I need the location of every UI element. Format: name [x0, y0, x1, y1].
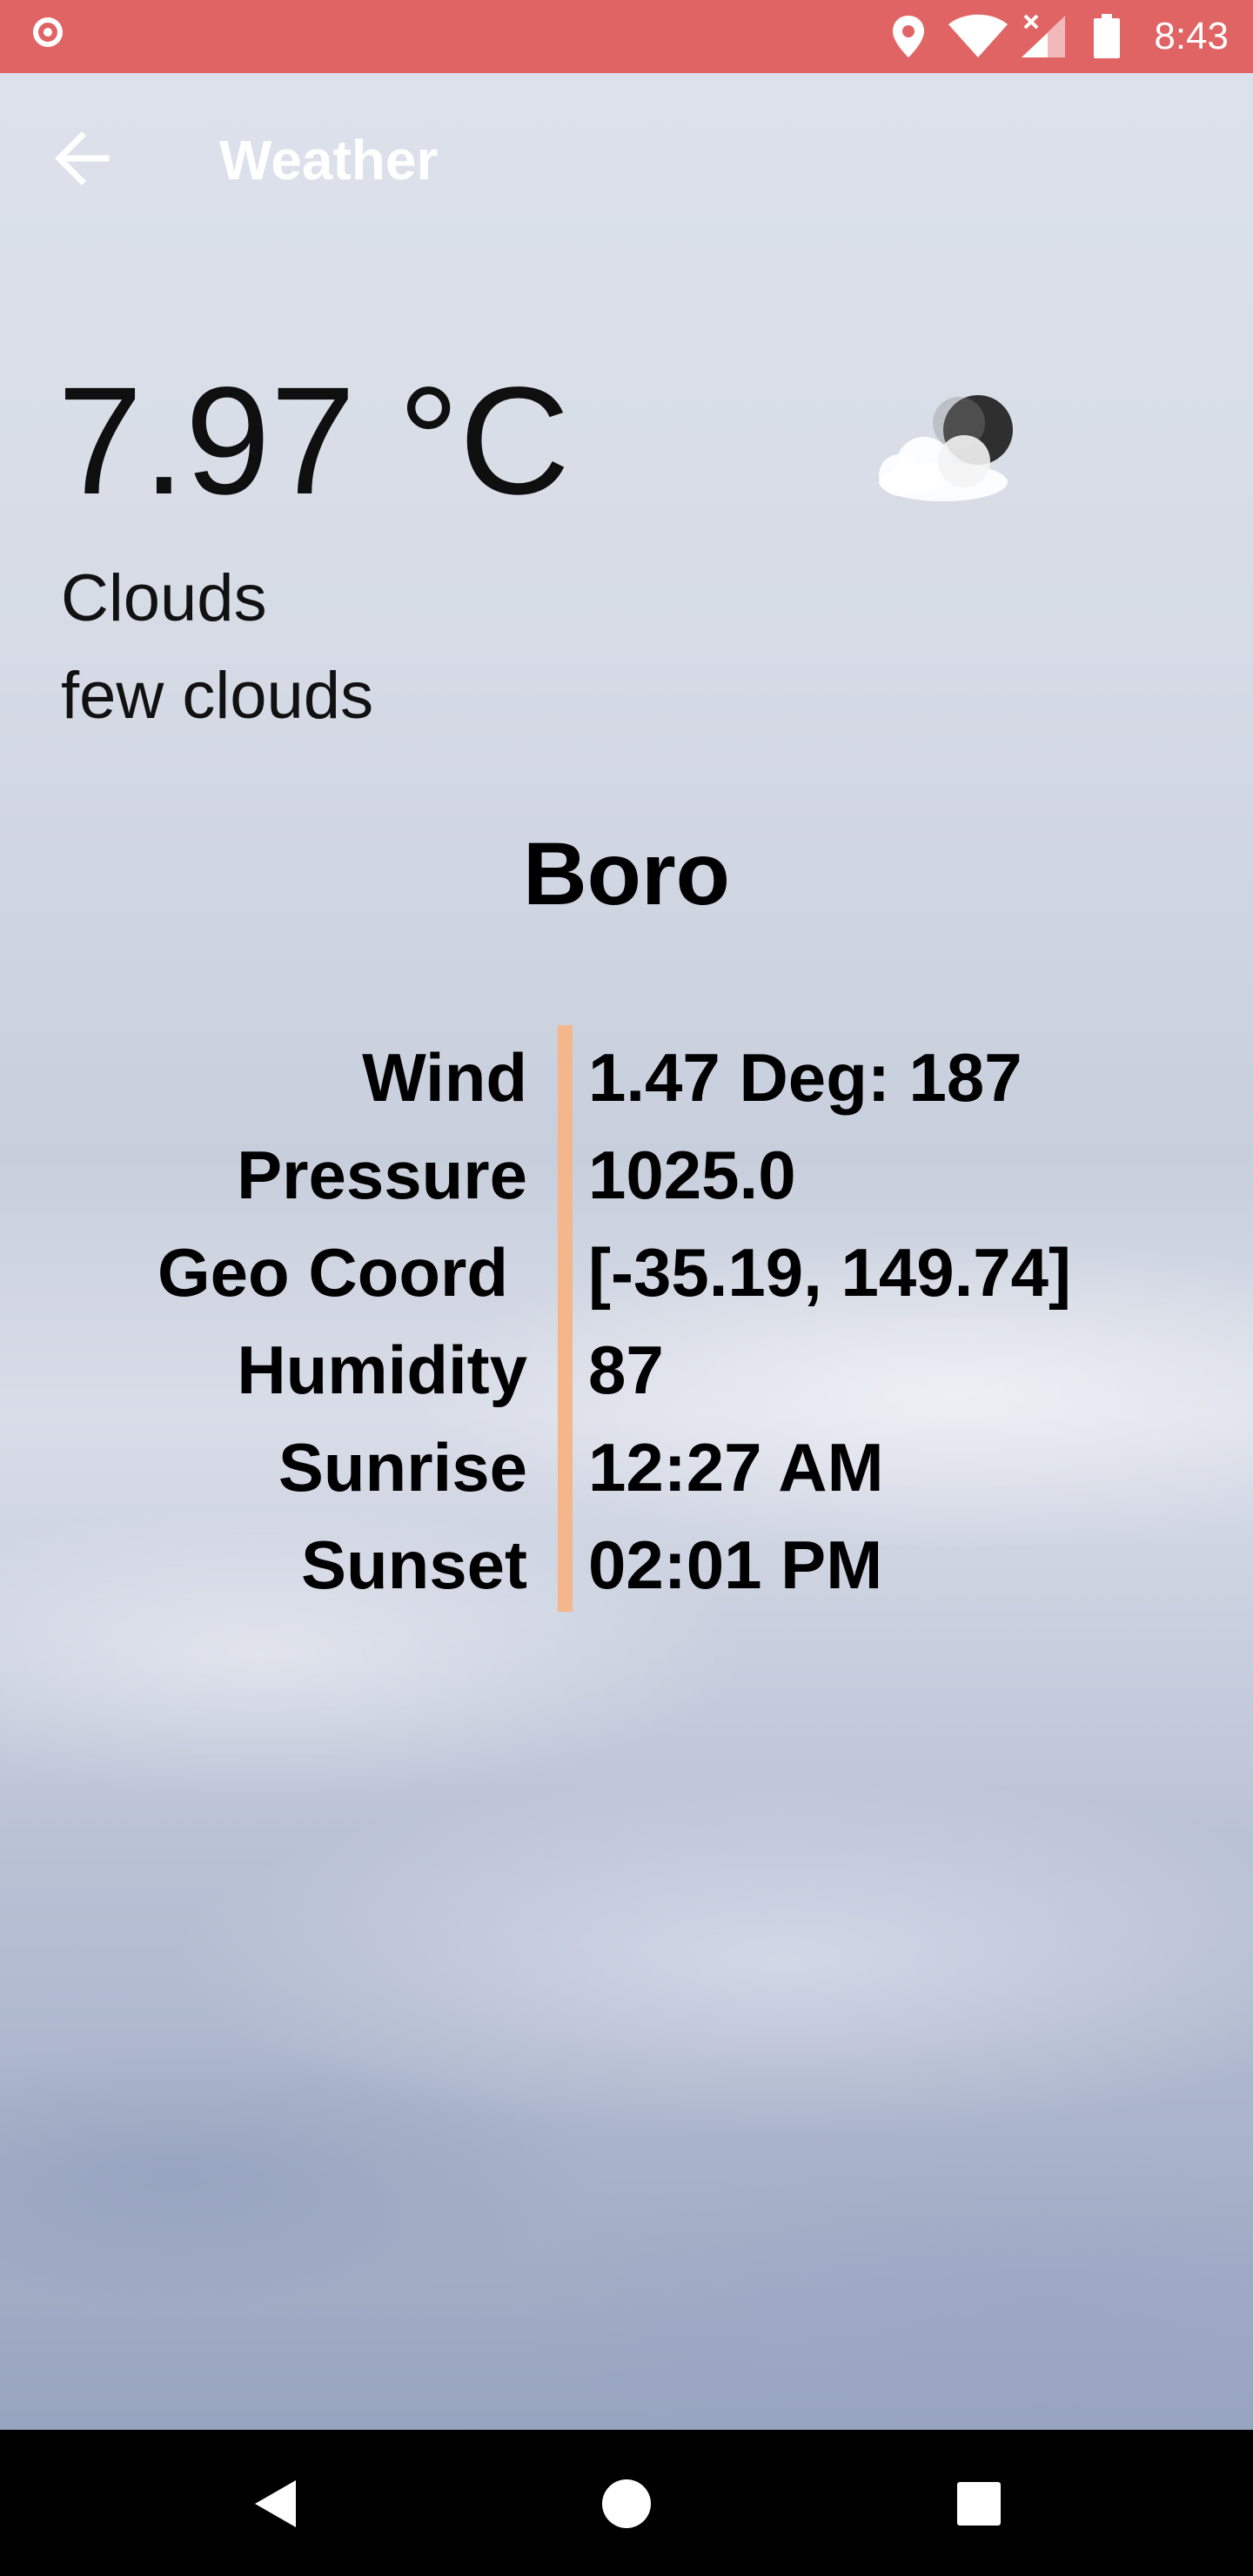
- nav-recents-button[interactable]: [931, 2456, 1027, 2552]
- wifi-icon: [948, 14, 1008, 57]
- detail-value-sunrise: 12:27 AM: [588, 1429, 884, 1506]
- nav-back-button[interactable]: [226, 2456, 322, 2552]
- home-circle-icon: [602, 2479, 651, 2528]
- detail-value-humidity: 87: [588, 1332, 664, 1408]
- status-bar: 8:43: [0, 0, 1253, 73]
- recents-square-icon: [957, 2482, 1001, 2526]
- detail-label-wind: Wind: [362, 1039, 527, 1116]
- app-title: Weather: [219, 129, 439, 191]
- back-button[interactable]: [50, 127, 120, 190]
- condition-description: few clouds: [61, 659, 374, 733]
- navigation-bar: [0, 2430, 1253, 2576]
- detail-label-sunrise: Sunrise: [278, 1429, 527, 1506]
- location-icon: [893, 16, 924, 57]
- weather-screen: 8:43 Weather 7.97 °C Clouds few clouds B…: [0, 0, 1253, 2576]
- detail-value-pressure: 1025.0: [588, 1137, 796, 1213]
- detail-value-geo-coord: [-35.19, 149.74]: [588, 1234, 1072, 1311]
- arrow-left-icon: [55, 131, 110, 185]
- detail-label-pressure: Pressure: [237, 1137, 527, 1213]
- condition-main: Clouds: [61, 561, 267, 635]
- temperature-value: 7.97 °C: [57, 356, 570, 527]
- detail-label-humidity: Humidity: [237, 1332, 527, 1408]
- nav-home-button[interactable]: [579, 2456, 674, 2552]
- city-name: Boro: [523, 824, 730, 923]
- back-triangle-icon: [255, 2480, 296, 2527]
- detail-label-sunset: Sunset: [300, 1526, 527, 1603]
- cloud-night-icon: [879, 395, 1013, 501]
- detail-label-geo-coord: Geo Coord: [157, 1234, 508, 1311]
- details-divider: [558, 1025, 573, 1612]
- status-time: 8:43: [1154, 15, 1229, 57]
- signal-icon: [1022, 14, 1065, 57]
- detail-value-wind: 1.47 Deg: 187: [588, 1039, 1022, 1116]
- record-icon: [33, 17, 63, 47]
- battery-icon: [1094, 14, 1120, 58]
- detail-value-sunset: 02:01 PM: [588, 1526, 883, 1603]
